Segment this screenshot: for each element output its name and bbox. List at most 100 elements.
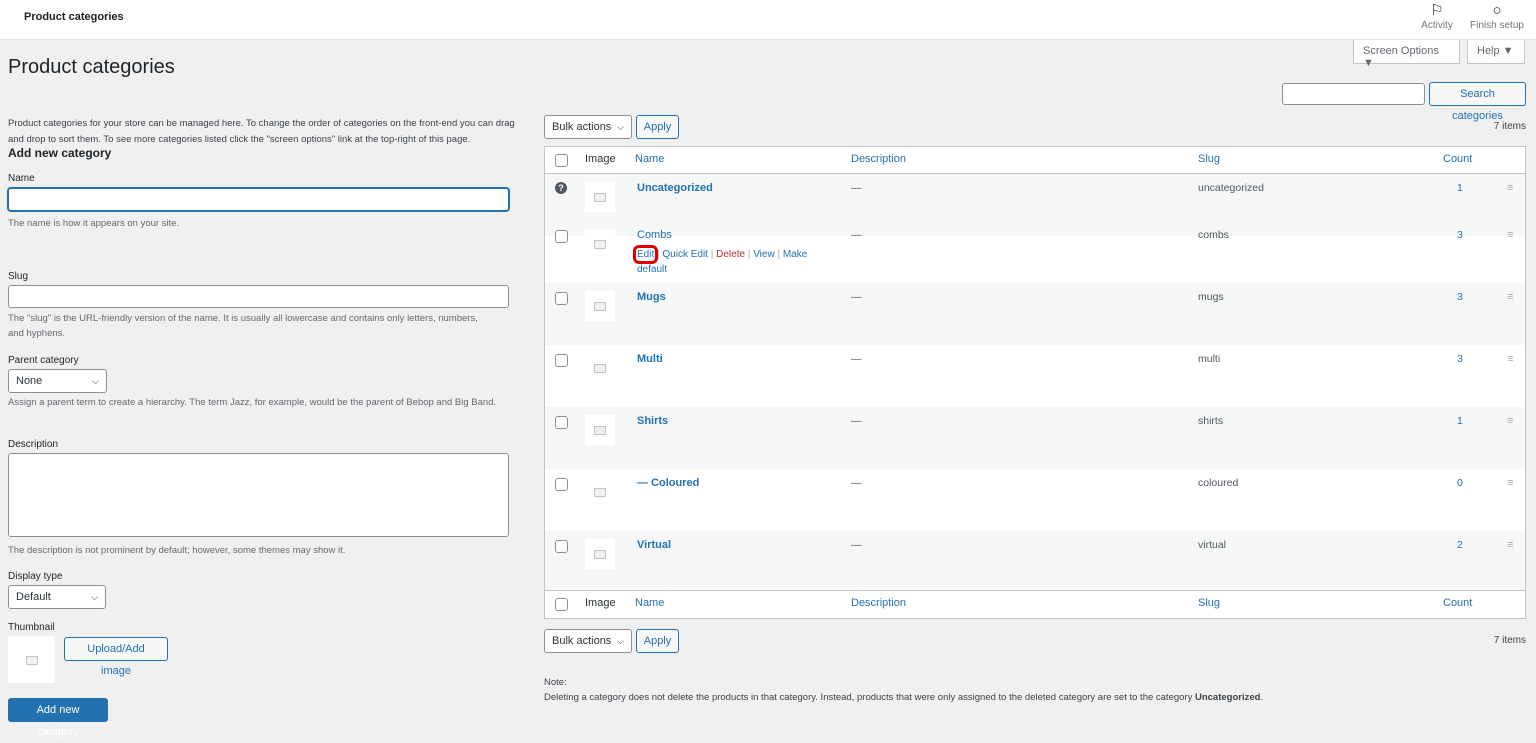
flag-icon: ⚐	[1430, 2, 1444, 19]
top-bar: Product categories ⚐ Activity ○ Finish s…	[0, 0, 1536, 40]
drag-handle-icon[interactable]: ≡	[1507, 353, 1513, 365]
category-slug: shirts	[1198, 415, 1224, 427]
image-placeholder-icon	[25, 655, 38, 665]
categories-table: Image Name Description Slug Count ? Unca…	[544, 146, 1526, 619]
category-image	[585, 477, 615, 507]
category-description: —	[851, 291, 862, 303]
category-description: —	[851, 229, 862, 241]
slug-field[interactable]	[8, 285, 509, 308]
category-image	[585, 182, 615, 212]
table-row: — Coloured — coloured 0 ≡	[545, 469, 1525, 531]
bulk-actions-select[interactable]: Bulk actions ⌵	[544, 115, 632, 139]
description-label: Description	[8, 439, 59, 450]
column-description[interactable]: Description	[851, 597, 906, 609]
note-label: Note:	[544, 677, 567, 688]
row-checkbox[interactable]	[555, 540, 568, 553]
select-all-checkbox[interactable]	[555, 598, 568, 611]
help-icon: ?	[555, 182, 567, 194]
category-slug: uncategorized	[1198, 182, 1264, 194]
chevron-down-icon: ⌵	[91, 592, 98, 602]
delete-link[interactable]: Delete	[716, 249, 745, 260]
row-checkbox[interactable]	[555, 292, 568, 305]
help-button[interactable]: Help ▼	[1467, 40, 1525, 64]
edit-link[interactable]: Edit	[632, 245, 659, 264]
category-count-link[interactable]: 3	[1457, 291, 1463, 303]
row-checkbox[interactable]	[555, 416, 568, 429]
chevron-down-icon: ⌵	[617, 636, 624, 646]
search-input[interactable]	[1282, 83, 1425, 105]
image-placeholder-icon	[594, 302, 606, 311]
drag-handle-icon[interactable]: ≡	[1507, 477, 1513, 489]
name-field[interactable]	[8, 188, 509, 211]
separator: |	[745, 249, 754, 260]
select-all-checkbox[interactable]	[555, 154, 568, 167]
category-count-link[interactable]: 2	[1457, 539, 1463, 551]
add-new-category-button[interactable]: Add new category	[8, 698, 108, 738]
category-description: —	[851, 353, 862, 365]
quick-edit-link[interactable]: Quick Edit	[662, 249, 708, 260]
category-count-link[interactable]: 1	[1457, 415, 1463, 427]
row-checkbox[interactable]	[555, 354, 568, 367]
bulk-actions-value: Bulk actions	[552, 635, 612, 647]
parent-category-label: Parent category	[8, 355, 79, 366]
drag-handle-icon[interactable]: ≡	[1507, 539, 1513, 551]
display-type-select[interactable]: Default ⌵	[8, 585, 106, 609]
category-slug: multi	[1198, 353, 1221, 365]
activity-button[interactable]: ⚐ Activity	[1417, 2, 1457, 31]
chevron-down-icon: ⌵	[617, 122, 624, 132]
bulk-actions-select[interactable]: Bulk actions ⌵	[544, 629, 632, 653]
category-count-link[interactable]: 3	[1457, 229, 1463, 241]
row-checkbox[interactable]	[555, 478, 568, 491]
page-title: Product categories	[8, 56, 175, 78]
screen-options-button[interactable]: Screen Options ▼	[1353, 40, 1460, 69]
parent-category-select[interactable]: None ⌵	[8, 369, 107, 393]
apply-button[interactable]: Apply	[636, 629, 679, 653]
category-name-link[interactable]: Combs	[637, 229, 672, 241]
category-name-link[interactable]: Multi	[637, 353, 663, 365]
category-name-link[interactable]: Virtual	[637, 539, 671, 551]
column-name[interactable]: Name	[635, 153, 664, 165]
category-image	[585, 229, 615, 259]
column-name[interactable]: Name	[635, 597, 664, 609]
search-categories-button[interactable]: Search categories	[1429, 82, 1526, 122]
column-image: Image	[585, 153, 616, 165]
table-row: Combs Edit | Quick Edit | Delete | View …	[545, 221, 1525, 283]
name-label: Name	[8, 173, 35, 184]
drag-handle-icon[interactable]: ≡	[1507, 182, 1513, 194]
description-field[interactable]	[8, 453, 509, 537]
column-count[interactable]: Count	[1443, 153, 1472, 165]
category-image	[585, 415, 615, 445]
row-actions: Edit | Quick Edit | Delete | View | Make…	[632, 245, 837, 277]
category-count-link[interactable]: 1	[1457, 182, 1463, 194]
category-name-link[interactable]: Mugs	[637, 291, 666, 303]
table-row: Multi — multi 3 ≡	[545, 345, 1525, 407]
category-slug: mugs	[1198, 291, 1224, 303]
category-name-link[interactable]: Shirts	[637, 415, 668, 427]
column-slug[interactable]: Slug	[1198, 597, 1220, 609]
parent-category-help: Assign a parent term to create a hierarc…	[8, 397, 497, 408]
category-count-link[interactable]: 0	[1457, 477, 1463, 489]
category-name-link[interactable]: Uncategorized	[637, 182, 713, 194]
row-checkbox[interactable]	[555, 230, 568, 243]
drag-handle-icon[interactable]: ≡	[1507, 229, 1513, 241]
column-count[interactable]: Count	[1443, 597, 1472, 609]
column-slug[interactable]: Slug	[1198, 153, 1220, 165]
category-image	[585, 353, 615, 383]
image-placeholder-icon	[594, 364, 606, 373]
drag-handle-icon[interactable]: ≡	[1507, 291, 1513, 303]
thumbnail-placeholder	[8, 636, 55, 683]
category-count-link[interactable]: 3	[1457, 353, 1463, 365]
intro-text: Product categories for your store can be…	[8, 118, 515, 145]
view-link[interactable]: View	[753, 249, 775, 260]
parent-category-value: None	[16, 375, 43, 387]
category-name-link[interactable]: — Coloured	[637, 477, 699, 489]
finish-setup-button[interactable]: ○ Finish setup	[1462, 2, 1532, 31]
category-description: —	[851, 182, 862, 194]
drag-handle-icon[interactable]: ≡	[1507, 415, 1513, 427]
note-end: .	[1260, 692, 1264, 703]
apply-button[interactable]: Apply	[636, 115, 679, 139]
display-type-value: Default	[16, 591, 51, 603]
display-type-label: Display type	[8, 571, 63, 582]
column-description[interactable]: Description	[851, 153, 906, 165]
upload-image-button[interactable]: Upload/Add image	[64, 637, 168, 677]
